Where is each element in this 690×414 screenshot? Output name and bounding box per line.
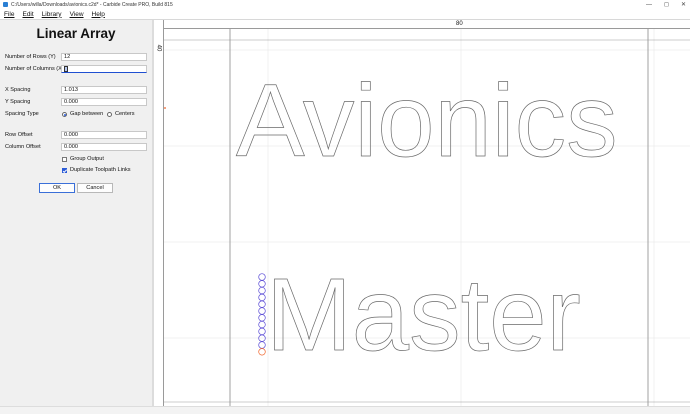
group-output-label: Group Output	[70, 156, 104, 162]
array-circle[interactable]	[258, 273, 266, 281]
minimize-icon[interactable]: —	[646, 2, 652, 8]
radio-unselected-icon	[107, 111, 112, 117]
columns-input[interactable]	[61, 65, 147, 73]
maximize-icon[interactable]: ◻	[664, 1, 669, 8]
column-offset-input[interactable]: 0.000	[61, 143, 147, 151]
array-circle[interactable]	[258, 327, 266, 336]
canvas-drawing: Avionics Master	[154, 29, 690, 406]
menu-view[interactable]: View	[70, 11, 84, 18]
array-circle[interactable]	[258, 300, 266, 308]
window-title: C:/Users/willa/Downloads/avionics.c2d* -…	[11, 1, 173, 8]
array-circle[interactable]	[258, 286, 266, 295]
menu-library[interactable]: Library	[42, 11, 62, 18]
horizontal-scrollbar[interactable]	[0, 406, 690, 414]
panel-title: Linear Array	[36, 26, 116, 41]
duplicate-links-label: Duplicate Toolpath Links	[70, 167, 131, 173]
array-circle[interactable]	[258, 320, 266, 329]
row-offset-label: Row Offset	[5, 132, 33, 138]
spacing-gap-radio[interactable]: Gap between	[62, 110, 103, 118]
menu-file[interactable]: File	[4, 11, 14, 18]
array-circle[interactable]	[258, 341, 266, 349]
top-ruler: 80	[154, 20, 690, 29]
menu-edit[interactable]: Edit	[22, 11, 33, 18]
spacing-type-label: Spacing Type	[5, 111, 39, 117]
columns-label: Number of Columns (X)	[5, 66, 64, 72]
left-ruler: 40	[154, 20, 164, 406]
ruler-top-label: 80	[456, 21, 463, 27]
text-avionics[interactable]: Avionics	[236, 63, 618, 179]
row-offset-input[interactable]: 0.000	[61, 131, 147, 139]
checkbox-checked-icon	[62, 167, 67, 173]
checkbox-unchecked-icon	[62, 156, 67, 162]
cancel-button[interactable]: Cancel	[77, 183, 113, 193]
x-spacing-label: X Spacing	[5, 87, 31, 93]
array-circle[interactable]	[258, 280, 266, 288]
y-spacing-input[interactable]: 0.000	[61, 98, 147, 106]
array-circle[interactable]	[258, 307, 266, 315]
menu-bar: File Edit Library View Help	[0, 9, 690, 19]
group-output-checkbox[interactable]: Group Output	[62, 155, 104, 163]
x-spacing-input[interactable]: 1.013	[61, 86, 147, 94]
ruler-left-label: 40	[155, 44, 162, 52]
window-controls: — ◻ ✕	[646, 0, 686, 9]
app-icon	[3, 2, 8, 7]
columns-value	[64, 66, 68, 72]
linear-array-panel: Linear Array Number of Rows (Y) 12 Numbe…	[0, 20, 152, 414]
rows-input[interactable]: 12	[61, 53, 147, 61]
spacing-centers-radio[interactable]: Centers	[107, 110, 135, 118]
title-bar: C:/Users/willa/Downloads/avionics.c2d* -…	[0, 0, 690, 9]
column-offset-label: Column Offset	[5, 144, 41, 150]
duplicate-links-checkbox[interactable]: Duplicate Toolpath Links	[62, 166, 131, 174]
spacing-gap-label: Gap between	[70, 111, 104, 117]
close-icon[interactable]: ✕	[681, 1, 686, 8]
menu-help[interactable]: Help	[92, 11, 105, 18]
array-circle[interactable]	[258, 348, 266, 356]
text-master[interactable]: Master	[266, 257, 581, 373]
linear-array-circles	[258, 273, 266, 356]
y-spacing-label: Y Spacing	[5, 99, 31, 105]
array-circle[interactable]	[258, 314, 266, 322]
rows-label: Number of Rows (Y)	[5, 54, 56, 60]
ok-button[interactable]: OK	[39, 183, 75, 193]
spacing-centers-label: Centers	[115, 111, 135, 117]
array-circle[interactable]	[258, 293, 266, 302]
design-canvas[interactable]: Avionics Master 80 40	[154, 20, 690, 406]
radio-selected-icon	[62, 111, 67, 117]
